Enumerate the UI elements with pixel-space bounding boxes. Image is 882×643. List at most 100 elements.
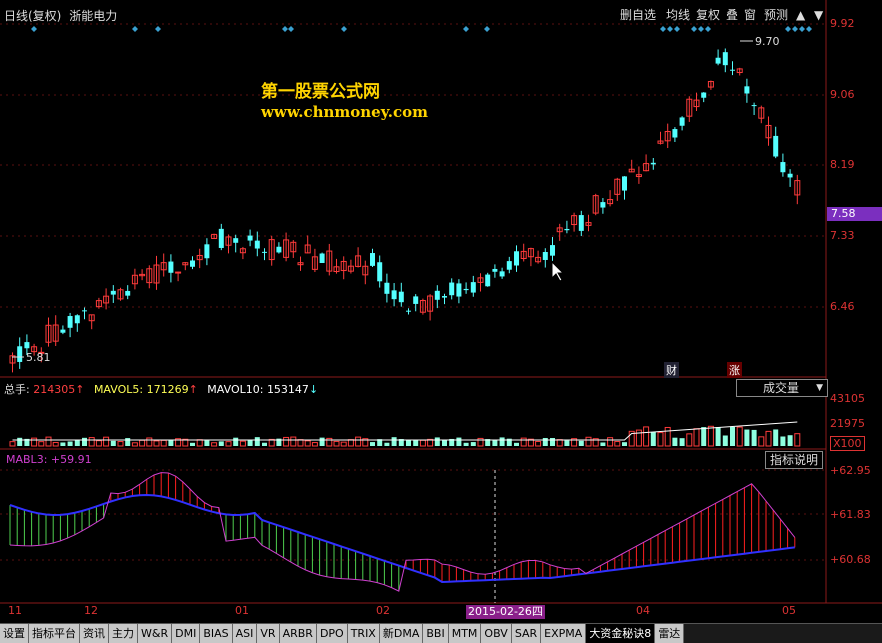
window-button[interactable]: 窗	[744, 7, 756, 23]
signal-diamond-icon	[799, 26, 805, 32]
volume-bar	[765, 430, 772, 447]
volume-bar	[333, 440, 340, 447]
chevron-up-icon[interactable]: ▲	[796, 7, 805, 23]
candle-body	[254, 240, 260, 249]
finance-badge[interactable]: 财	[664, 362, 679, 378]
tab-5[interactable]: DMI	[172, 624, 201, 643]
candle-body	[175, 271, 182, 274]
tab-19[interactable]: 雷达	[655, 624, 685, 643]
candle-body	[413, 296, 419, 304]
volume-bar	[722, 435, 728, 446]
candle-body	[384, 282, 390, 294]
volume-bar	[146, 437, 153, 447]
signal-diamond-icon	[341, 26, 347, 32]
candle-body	[679, 117, 685, 126]
signal-diamond-icon	[674, 26, 680, 32]
tab-6[interactable]: BIAS	[200, 624, 233, 643]
volume-bar	[190, 442, 195, 446]
adjust-button[interactable]: 复权	[696, 7, 720, 23]
volume-bar	[470, 442, 476, 446]
candle-body	[787, 173, 793, 178]
volume-bar	[664, 426, 671, 447]
volume-bar	[693, 428, 700, 447]
chevron-down-icon[interactable]: ▼	[814, 7, 823, 23]
signal-diamond-icon	[31, 26, 37, 32]
volume-bar	[247, 440, 253, 446]
limit-up-badge[interactable]: 涨	[727, 362, 742, 378]
indicator-help-button[interactable]: 指标说明	[765, 451, 824, 469]
candle-body	[470, 282, 476, 293]
volume-bar	[225, 441, 232, 447]
tab-4[interactable]: W&R	[138, 624, 173, 643]
time-tick: 02	[376, 604, 390, 617]
volume-bar	[17, 437, 23, 446]
candle-body	[406, 310, 411, 312]
time-tick: 12	[84, 604, 98, 617]
tab-14[interactable]: MTM	[448, 624, 482, 643]
candle-body	[319, 253, 325, 263]
volume-bar	[391, 437, 397, 446]
low-price-label: 5.81	[26, 351, 51, 364]
candle-body	[564, 228, 570, 231]
volume-bar	[233, 437, 239, 446]
volume-bar	[751, 429, 757, 446]
kline-chart[interactable]	[0, 0, 882, 642]
tab-0[interactable]: 设置	[0, 624, 29, 643]
candle-body	[110, 290, 116, 295]
volume-bar	[736, 426, 743, 447]
candle-body	[722, 52, 728, 66]
tab-17[interactable]: EXPMA	[541, 624, 587, 643]
remove-watchlist-button[interactable]: 删自选	[620, 7, 656, 23]
volume-legend: 总手: 214305↑ MAVOL5: 171269↑ MAVOL10: 153…	[4, 383, 319, 396]
forecast-button[interactable]: 预测	[764, 7, 788, 23]
mouse-cursor-icon	[551, 260, 565, 282]
signal-diamond-icon	[288, 26, 294, 32]
ma-button[interactable]: 均线	[666, 7, 690, 23]
chevron-down-icon: ▼	[816, 383, 823, 393]
tab-18[interactable]: 大资金秘诀8	[586, 624, 656, 643]
signal-diamond-icon	[132, 26, 138, 32]
tab-16[interactable]: SAR	[511, 624, 542, 643]
candle-body	[370, 253, 375, 266]
volume-bar	[125, 438, 131, 446]
volume-bar	[419, 439, 426, 447]
volume-bar	[88, 437, 95, 447]
volume-bar	[204, 440, 210, 446]
tab-10[interactable]: DPO	[316, 624, 348, 643]
tab-12[interactable]: 新DMA	[379, 624, 424, 643]
candle-body	[701, 92, 707, 98]
candle-body	[485, 274, 491, 287]
volume-bar	[780, 436, 786, 446]
volume-bar	[304, 440, 311, 447]
volume-bar	[31, 437, 38, 447]
candle-body	[463, 288, 469, 291]
volume-bar	[607, 437, 614, 447]
candle-body	[233, 238, 239, 243]
indicator-base-line	[9, 494, 795, 584]
candle-body	[578, 215, 584, 231]
tab-8[interactable]: VR	[257, 624, 280, 643]
tab-13[interactable]: BBI	[423, 624, 449, 643]
candle-body	[24, 342, 30, 349]
candle-body	[377, 262, 383, 282]
candle-body	[492, 268, 498, 272]
volume-bar	[442, 440, 447, 446]
tab-11[interactable]: TRIX	[347, 624, 380, 643]
tab-2[interactable]: 资讯	[80, 624, 109, 643]
volume-bar	[297, 439, 304, 447]
candle-body	[247, 235, 253, 241]
volume-bar	[730, 426, 735, 446]
mavol10-value: 153147	[266, 383, 309, 396]
tab-9[interactable]: ARBR	[279, 624, 317, 643]
tab-3[interactable]: 主力	[109, 624, 138, 643]
tab-15[interactable]: OBV	[481, 624, 512, 643]
price-tick: 9.92	[830, 17, 855, 30]
overlay-button[interactable]: 叠	[726, 7, 738, 23]
candle-body	[204, 244, 210, 259]
candle-body	[218, 228, 224, 248]
volume-bar	[463, 442, 469, 446]
volume-indicator-select[interactable]: 成交量 ▼	[736, 379, 828, 397]
time-tick: 05	[782, 604, 796, 617]
tab-7[interactable]: ASI	[232, 624, 258, 643]
tab-1[interactable]: 指标平台	[29, 624, 80, 643]
